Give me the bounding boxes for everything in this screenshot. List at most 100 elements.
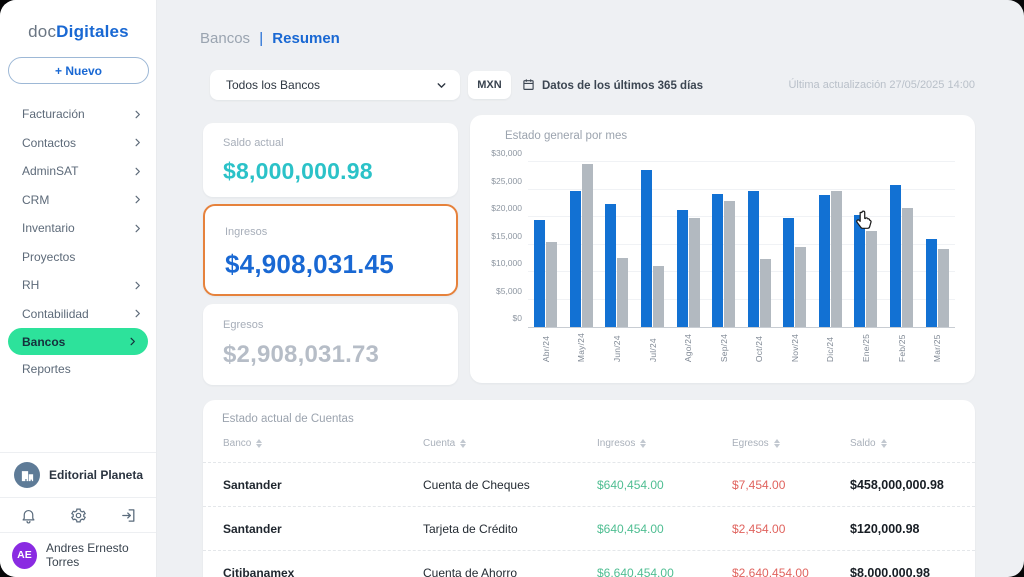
bar-ingresos-feb-25[interactable] (890, 185, 902, 327)
bar-ingresos-nov-24[interactable] (783, 218, 795, 327)
bar-ingresos-jul-24[interactable] (641, 169, 653, 327)
sidebar: docDigitales + Nuevo Facturación Contacto… (0, 0, 157, 577)
chevron-right-icon (132, 194, 143, 205)
cell-egresos: $2,454.00 (732, 521, 786, 536)
column-header-banco[interactable]: Banco (223, 438, 263, 449)
sidebar-item-proyectos[interactable]: Proyectos (0, 243, 157, 272)
egresos-value: $2,908,031.73 (223, 341, 380, 368)
chart-x-tick-label: Ene/25 (860, 333, 871, 363)
column-header-label: Egresos (732, 438, 769, 449)
egresos-card[interactable]: Egresos $2,908,031.73 (203, 304, 458, 385)
bar-egresos-ene-25[interactable] (866, 231, 878, 327)
logout-icon[interactable] (118, 505, 138, 525)
bar-group-nov-24[interactable] (777, 162, 813, 327)
bar-ingresos-may-24[interactable] (569, 191, 581, 327)
sidebar-item-reportes[interactable]: Reportes (0, 355, 157, 384)
bar-ingresos-jun-24[interactable] (605, 204, 617, 327)
table-row[interactable]: Santander Tarjeta de Crédito $640,454.00 $2… (203, 506, 975, 550)
column-header-cuenta[interactable]: Cuenta (423, 438, 467, 449)
column-header-label: Cuenta (423, 438, 456, 449)
date-range-text: Datos de los últimos 365 días (542, 80, 704, 92)
chart-y-tick-label: $30,000 (491, 148, 522, 158)
sidebar-item-facturaci-n[interactable]: Facturación (0, 100, 157, 129)
sidebar-item-bancos[interactable]: Bancos (8, 328, 148, 355)
cell-banco: Citibanamex (223, 565, 295, 577)
bar-group-jun-24[interactable] (599, 162, 635, 327)
bar-ingresos-ene-25[interactable] (854, 215, 866, 327)
bar-egresos-oct-24[interactable] (759, 259, 771, 327)
chart-x-tick-label: Ago/24 (683, 333, 694, 363)
bar-group-may-24[interactable] (564, 162, 600, 327)
bar-egresos-mar-25[interactable] (937, 248, 949, 327)
bar-group-dic-24[interactable] (813, 162, 849, 327)
sort-icon[interactable] (640, 439, 647, 448)
column-header-egresos[interactable]: Egresos (732, 438, 780, 449)
accounts-table-header: Banco Cuenta Ingresos Egresos Saldo (203, 438, 975, 456)
bar-group-jul-24[interactable] (635, 162, 671, 327)
bar-group-oct-24[interactable] (741, 162, 777, 327)
currency-badge[interactable]: MXN (468, 71, 511, 99)
chart-x-tick-label: Sep/24 (718, 333, 729, 363)
bar-egresos-feb-25[interactable] (902, 207, 914, 327)
settings-gear-icon[interactable] (68, 505, 88, 525)
sort-icon[interactable] (773, 439, 780, 448)
chart-x-tick-label: May/24 (576, 333, 587, 363)
sort-icon[interactable] (256, 439, 263, 448)
column-header-label: Banco (223, 438, 252, 449)
sidebar-item-contabilidad[interactable]: Contabilidad (0, 300, 157, 329)
new-button[interactable]: + Nuevo (8, 57, 149, 84)
workspace-row[interactable]: Editorial Planeta (14, 462, 143, 488)
sort-icon[interactable] (460, 439, 467, 448)
breadcrumb-current[interactable]: Resumen (272, 30, 340, 47)
sidebar-menu: Facturación Contactos AdminSAT CRM Inventari… (0, 100, 157, 384)
chevron-right-icon (132, 223, 143, 234)
bank-select-dropdown[interactable]: Todos los Bancos (210, 70, 460, 100)
bar-group-ago-24[interactable] (670, 162, 706, 327)
bar-group-ene-25[interactable] (848, 162, 884, 327)
cell-saldo: $120,000.98 (850, 521, 920, 536)
chevron-right-icon (132, 166, 143, 177)
column-header-ingresos[interactable]: Ingresos (597, 438, 647, 449)
bar-egresos-sep-24[interactable] (724, 201, 736, 327)
table-row[interactable]: Citibanamex Cuenta de Ahorro $6,640,454.00… (203, 550, 975, 577)
cell-banco: Santander (223, 521, 282, 536)
bar-ingresos-abr-24[interactable] (534, 219, 546, 327)
bar-egresos-may-24[interactable] (581, 164, 593, 327)
bar-group-feb-25[interactable] (884, 162, 920, 327)
ingresos-card[interactable]: Ingresos $4,908,031.45 (203, 204, 458, 296)
breadcrumb-parent[interactable]: Bancos (200, 30, 250, 47)
notifications-bell-icon[interactable] (18, 505, 38, 525)
cell-egresos: $2,640,454.00 (732, 565, 809, 577)
sidebar-item-contactos[interactable]: Contactos (0, 129, 157, 158)
bar-egresos-jun-24[interactable] (617, 257, 629, 327)
sidebar-item-label: Contactos (22, 135, 77, 150)
bar-group-abr-24[interactable] (528, 162, 564, 327)
bar-ingresos-ago-24[interactable] (676, 209, 688, 327)
column-header-saldo[interactable]: Saldo (850, 438, 887, 449)
bar-group-mar-25[interactable] (919, 162, 955, 327)
bar-egresos-nov-24[interactable] (795, 246, 807, 327)
table-row[interactable]: Santander Cuenta de Cheques $640,454.00 $7,… (203, 462, 975, 506)
sidebar-item-inventario[interactable]: Inventario (0, 214, 157, 243)
user-row[interactable]: AE Andres Ernesto Torres (12, 541, 156, 569)
chart-x-tick-label: Nov/24 (789, 333, 800, 363)
egresos-label: Egresos (223, 319, 264, 331)
bar-egresos-abr-24[interactable] (546, 241, 558, 327)
bar-ingresos-mar-25[interactable] (925, 239, 937, 327)
user-name: Andres Ernesto Torres (45, 541, 129, 569)
chart-x-tick-label: Oct/24 (754, 335, 765, 363)
cell-ingresos: $640,454.00 (597, 521, 664, 536)
bar-ingresos-sep-24[interactable] (712, 193, 724, 327)
bar-egresos-jul-24[interactable] (653, 265, 665, 327)
bar-group-sep-24[interactable] (706, 162, 742, 327)
bar-egresos-dic-24[interactable] (830, 191, 842, 327)
sidebar-item-rh[interactable]: RH (0, 271, 157, 300)
bar-ingresos-dic-24[interactable] (818, 195, 830, 327)
bar-egresos-ago-24[interactable] (688, 218, 700, 327)
saldo-actual-card[interactable]: Saldo actual $8,000,000.98 (203, 123, 458, 197)
sidebar-item-adminsat[interactable]: AdminSAT (0, 157, 157, 186)
sort-icon[interactable] (880, 439, 887, 448)
bar-ingresos-oct-24[interactable] (747, 190, 759, 327)
sidebar-item-crm[interactable]: CRM (0, 186, 157, 215)
bar-chart-plot[interactable]: $0 $5,000 $10,000 $15,000 $20,000 $25,000 $30,… (491, 148, 955, 328)
